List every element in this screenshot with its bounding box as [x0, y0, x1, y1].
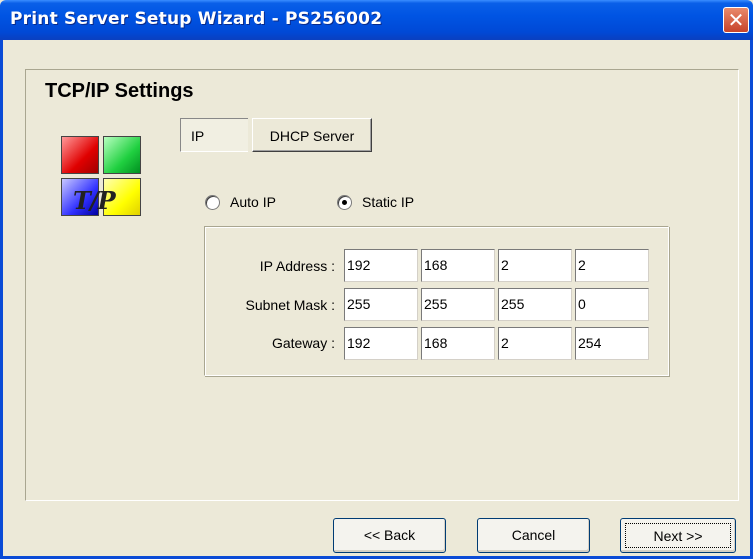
tcpip-logo-icon: T/P	[61, 136, 143, 218]
radio-circle[interactable]	[205, 194, 220, 210]
subnet-mask-octet-2[interactable]: 255	[421, 288, 495, 321]
radio-checked-dot	[342, 199, 347, 205]
window-title: Print Server Setup Wizard - PS256002	[10, 9, 383, 29]
radio-circle[interactable]	[337, 194, 352, 210]
back-button[interactable]: << Back	[333, 518, 446, 553]
title-bar: Print Server Setup Wizard - PS256002 ✕	[0, 0, 753, 40]
gateway-octet-2[interactable]: 168	[421, 327, 495, 360]
ip-address-octet-2[interactable]: 168	[421, 249, 495, 282]
next-button[interactable]: Next >>	[620, 518, 736, 553]
subnet-mask-octet-4[interactable]: 0	[575, 288, 649, 321]
close-icon: ✕	[727, 8, 745, 32]
window-frame-left	[0, 40, 3, 559]
tab-dhcp-server[interactable]: DHCP Server	[252, 118, 372, 152]
subnet-mask-octet-3[interactable]: 255	[498, 288, 572, 321]
ip-address-octet-4[interactable]: 2	[575, 249, 649, 282]
gateway-octet-1[interactable]: 192	[344, 327, 418, 360]
ip-address-label: IP Address :	[259, 258, 335, 274]
next-button-label: Next >>	[625, 523, 731, 548]
static-ip-radio[interactable]: Static IP	[337, 194, 414, 210]
gateway-octet-3[interactable]: 2	[498, 327, 572, 360]
gateway-octet-4[interactable]: 254	[575, 327, 649, 360]
logo-green-square	[103, 136, 141, 174]
ip-address-octet-3[interactable]: 2	[498, 249, 572, 282]
subnet-mask-octet-1[interactable]: 255	[344, 288, 418, 321]
gateway-label: Gateway :	[271, 335, 335, 351]
close-button[interactable]: ✕	[723, 7, 749, 33]
page-title: TCP/IP Settings	[45, 80, 194, 102]
cancel-button[interactable]: Cancel	[477, 518, 590, 553]
logo-red-square	[61, 136, 99, 174]
subnet-mask-label: Subnet Mask :	[245, 297, 336, 313]
auto-ip-radio[interactable]: Auto IP	[205, 194, 276, 210]
static-ip-label: Static IP	[362, 194, 415, 210]
logo-text: T/P	[73, 186, 116, 215]
ip-address-octet-1[interactable]: 192	[344, 249, 418, 282]
auto-ip-label: Auto IP	[230, 194, 276, 210]
tab-ip[interactable]: IP	[180, 118, 248, 152]
